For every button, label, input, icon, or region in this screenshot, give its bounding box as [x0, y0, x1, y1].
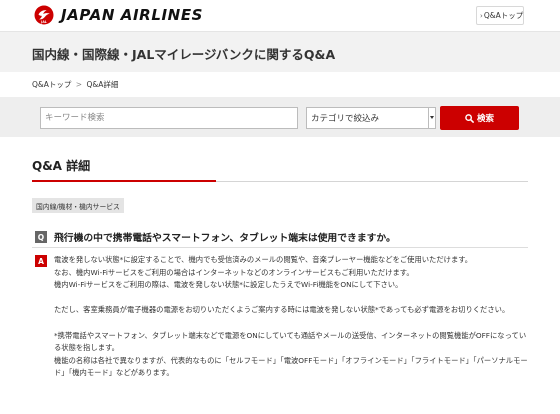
title-band: 国内線・国際線・JALマイレージバンクに関するQ&A: [0, 32, 560, 72]
breadcrumb-separator: >: [75, 80, 83, 89]
section-accent-bar: [32, 180, 216, 182]
question-mark-badge: Q: [35, 231, 47, 243]
brand-name[interactable]: JAPAN AIRLINES: [61, 6, 203, 24]
qa-top-link-label: Q&Aトップ: [483, 11, 524, 20]
breadcrumb-item-current: Q&A詳細: [86, 80, 119, 89]
breadcrumb-item-top[interactable]: Q&Aトップ: [32, 80, 71, 89]
page-title: 国内線・国際線・JALマイレージバンクに関するQ&A: [32, 47, 336, 62]
category-select-value: カテゴリで絞込み: [311, 114, 380, 124]
crane-logo-icon[interactable]: JAL: [34, 5, 54, 25]
answer-mark-badge: A: [35, 255, 47, 267]
question-text: 飛行機の中で携帯電話やスマートフォン、タブレット端末は使用できますか。: [54, 233, 396, 244]
chevron-down-icon: [430, 116, 434, 119]
site-header: JAL JAPAN AIRLINES › Q&Aトップ: [0, 0, 560, 32]
breadcrumb: Q&Aトップ > Q&A詳細: [32, 79, 118, 90]
category-tag: 国内線/機材・機内サービス: [32, 198, 124, 213]
chevron-right-icon: ›: [480, 11, 483, 20]
answer-line: 電波を発しない状態*に設定することで、機内でも受信済みのメールの閲覧や、音楽プレ…: [54, 255, 473, 264]
search-icon: [465, 113, 474, 123]
answer-line: なお、機内Wi-Fiサービスをご利用の場合はインターネットなどのオンラインサービ…: [54, 267, 414, 277]
qa-top-link[interactable]: › Q&Aトップ: [476, 6, 524, 25]
answer-body: 電波を発しない状態*に設定することで、機内でも受信済みのメールの閲覧や、音楽プレ…: [54, 254, 528, 380]
answer-line: 機能の名称は各社で異なりますが、代表的なものに「セルフモード」「電波OFFモード…: [54, 355, 528, 378]
svg-text:JAL: JAL: [40, 20, 47, 24]
answer-spacer: [54, 317, 528, 330]
select-divider: [428, 108, 429, 128]
section-title: Q&A 詳細: [32, 159, 91, 173]
answer-spacer: [54, 292, 528, 305]
question-divider: [32, 247, 528, 248]
keyword-search-input[interactable]: [40, 107, 298, 129]
search-button-label: 検索: [476, 114, 494, 124]
search-button[interactable]: 検索: [440, 106, 519, 130]
answer-line: 機内Wi-Fiサービスをご利用の際は、電波を発しない状態*に設定したうえでWi-…: [54, 280, 403, 290]
answer-line: *携帯電話やスマートフォン、タブレット端末などで電源をONにしていても通話やメー…: [54, 330, 527, 353]
category-select[interactable]: カテゴリで絞込み: [306, 107, 436, 129]
answer-line: ただし、客室乗務員が電子機器の電源をお切りいただくようご案内する時には電波を発し…: [54, 305, 510, 315]
